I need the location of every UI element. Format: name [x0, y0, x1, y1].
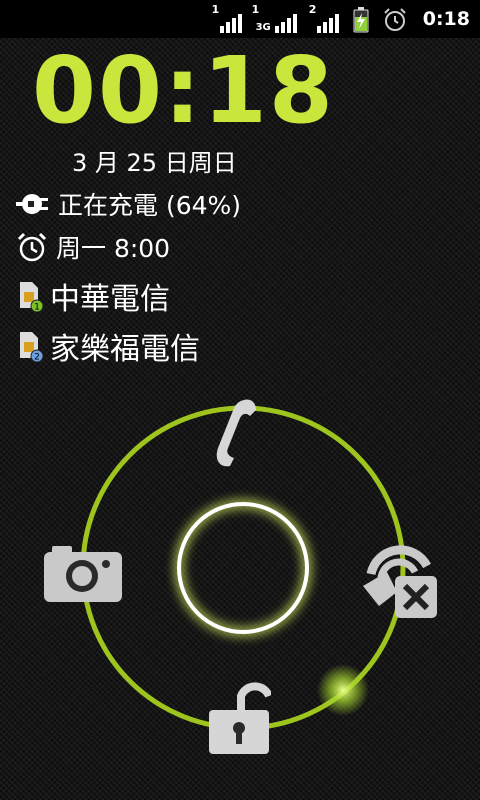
sim1-label: 1 [211, 3, 220, 16]
status-bar: 1 1 3G 2 0:18 [0, 0, 480, 38]
lockscreen-date: 3 月 25 日周日 [72, 149, 237, 177]
signal-icon [316, 14, 339, 33]
sim2-label: 2 [308, 3, 317, 16]
carrier-row-1: 1 中華電信 [16, 274, 170, 318]
charging-status-text: 正在充電 (64%) [58, 191, 242, 220]
signal-icon [219, 14, 242, 33]
sim1-signal: 1 [211, 3, 242, 33]
sim-card-icon: 1 [16, 280, 44, 312]
sim1-data-signal: 1 3G [252, 3, 297, 33]
charging-status-row: 正在充電 (64%) [16, 186, 241, 222]
unlock-handle[interactable] [177, 502, 309, 634]
sound-off-icon[interactable] [356, 535, 442, 621]
unlock-icon[interactable] [206, 676, 272, 756]
svg-text:1: 1 [34, 303, 40, 313]
carrier-1-name: 中華電信 [50, 282, 170, 317]
sim2-signal: 2 [308, 3, 339, 33]
sim-card-icon: 2 [16, 330, 44, 362]
ring-glow-indicator [317, 664, 369, 716]
phone-icon[interactable] [204, 395, 264, 470]
status-clock: 0:18 [422, 8, 470, 30]
lockscreen-clock: 00:18 [32, 37, 335, 144]
network-type-label: 3G [255, 22, 271, 33]
camera-icon[interactable] [40, 540, 126, 606]
battery-charging-icon [353, 5, 369, 33]
next-alarm-text: 周一 8:00 [56, 234, 171, 263]
charging-plug-icon [16, 192, 50, 216]
signal-3g-icon [274, 14, 297, 33]
alarm-clock-icon [16, 231, 48, 263]
next-alarm-row: 周一 8:00 [16, 229, 170, 265]
alarm-icon [383, 5, 407, 33]
